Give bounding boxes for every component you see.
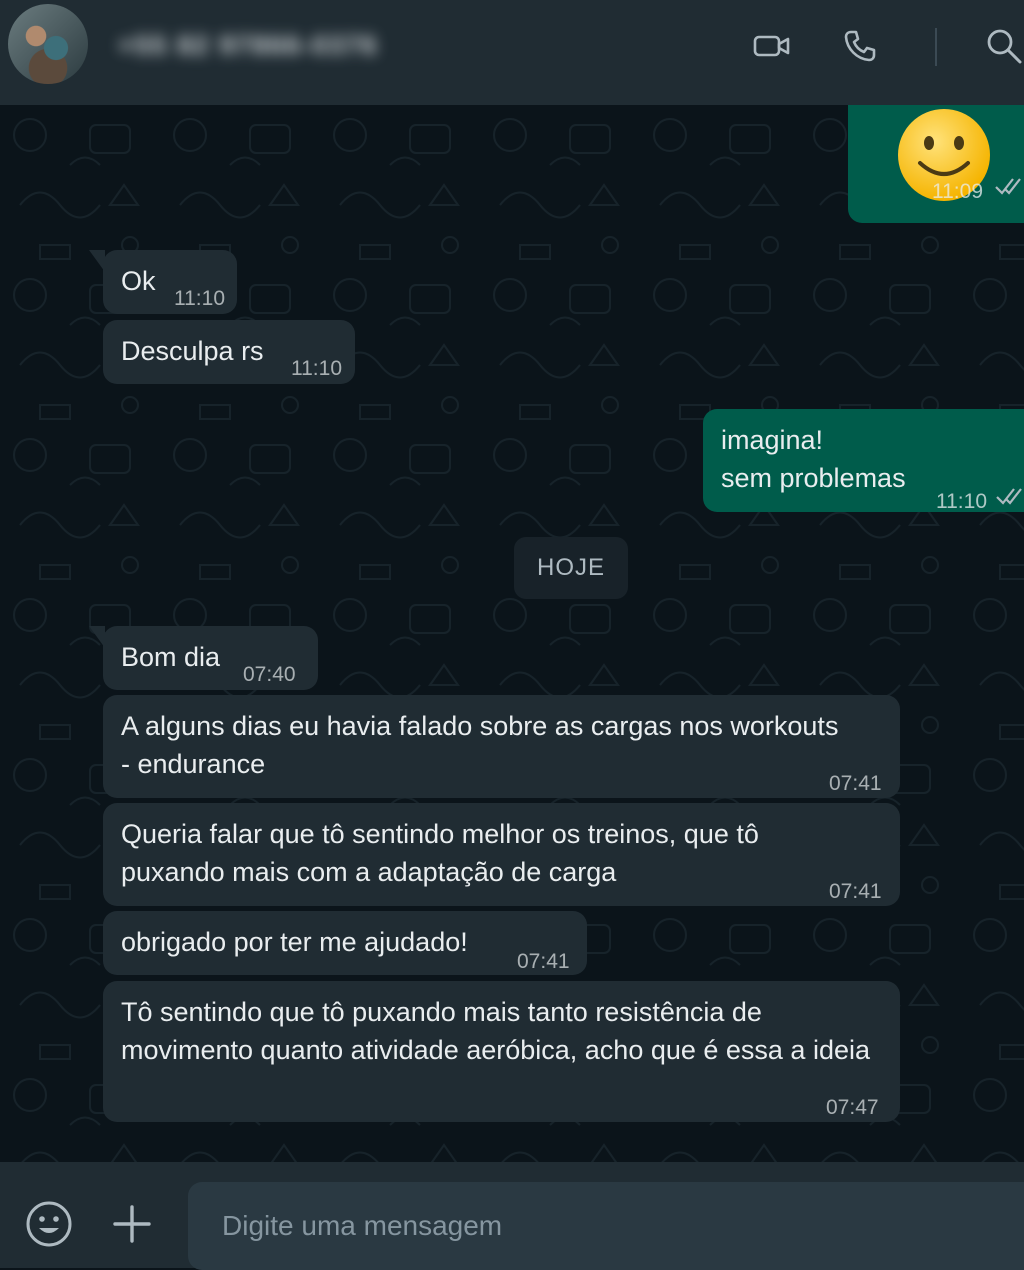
bubble-tail: [89, 626, 105, 648]
chat-header: +55 82 97866-0376: [0, 0, 1024, 105]
message-text: Queria falar que tô sentindo melhor os t…: [121, 819, 767, 887]
video-call-icon[interactable]: [752, 26, 792, 66]
message-text: obrigado por ter me ajudado!: [121, 927, 468, 957]
double-check-icon: [996, 488, 1022, 505]
message-incoming[interactable]: Queria falar que tô sentindo melhor os t…: [103, 803, 900, 906]
message-time: 11:10: [936, 490, 987, 513]
message-text: Desculpa rs: [121, 336, 264, 366]
composer-bar: [0, 1162, 1024, 1270]
bubble-tail: [89, 250, 105, 272]
message-time: 07:47: [826, 1096, 879, 1119]
message-text: Ok: [121, 266, 156, 296]
message-time: 07:41: [829, 880, 882, 903]
message-incoming[interactable]: Ok 11:10: [89, 250, 237, 314]
message-incoming[interactable]: A alguns dias eu havia falado sobre as c…: [103, 695, 900, 798]
message-outgoing[interactable]: 11:09: [848, 105, 1024, 223]
message-text: A alguns dias eu havia falado sobre as c…: [121, 711, 846, 779]
double-check-icon: [995, 178, 1021, 195]
message-outgoing[interactable]: imagina! sem problemas 11:10: [703, 409, 1024, 513]
header-divider: [935, 28, 937, 66]
message-time: 11:10: [174, 287, 225, 310]
emoji-picker-icon[interactable]: [23, 1198, 75, 1250]
message-time: 07:41: [829, 772, 882, 795]
message-text: imagina! sem problemas: [721, 425, 906, 493]
phone-call-icon[interactable]: [840, 26, 880, 66]
message-time: 11:10: [291, 357, 342, 380]
attach-plus-icon[interactable]: [106, 1198, 158, 1250]
day-separator: HOJE: [514, 537, 628, 599]
message-incoming[interactable]: Desculpa rs 11:10: [103, 320, 355, 384]
message-incoming[interactable]: Bom dia 07:40: [89, 626, 318, 690]
message-time: 11:09: [932, 180, 983, 203]
message-incoming[interactable]: Tô sentindo que tô puxando mais tanto re…: [103, 981, 900, 1122]
message-incoming[interactable]: obrigado por ter me ajudado! 07:41: [103, 911, 587, 975]
message-list[interactable]: 11:09 Ok 11:10 Desculpa rs 11:10 imagina…: [0, 105, 1024, 1162]
message-time: 07:41: [517, 950, 570, 973]
message-text: Bom dia: [121, 642, 221, 672]
message-text: Tô sentindo que tô puxando mais tanto re…: [121, 997, 870, 1065]
message-input[interactable]: [188, 1182, 1024, 1270]
message-time: 07:40: [243, 663, 296, 686]
contact-name[interactable]: +55 82 97866-0376: [118, 30, 378, 60]
contact-avatar[interactable]: [8, 4, 88, 84]
search-icon[interactable]: [984, 26, 1024, 66]
